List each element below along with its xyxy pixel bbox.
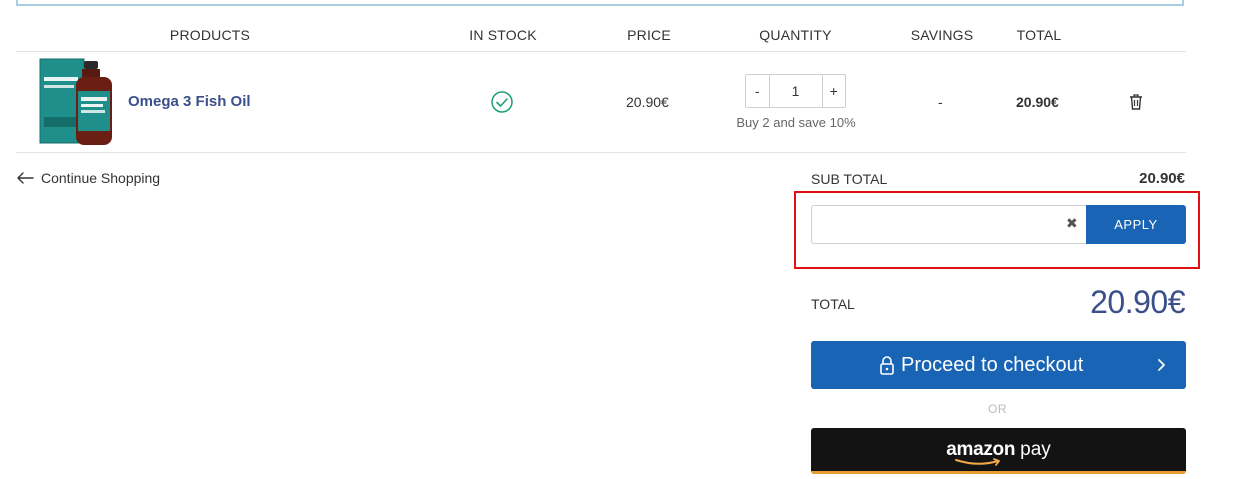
lock-icon [879,355,895,375]
checkout-label: Proceed to checkout [901,353,1084,376]
chevron-right-icon [1156,358,1166,372]
amazon-pay-button[interactable]: amazon pay [811,428,1186,474]
quantity-promo-note: Buy 2 and save 10% [736,115,856,130]
header-total: TOTAL [1016,27,1062,43]
subtotal-label: SUB TOTAL [811,171,888,187]
product-row-total: 20.90€ [1016,94,1059,110]
quantity-increase-button[interactable]: + [821,75,846,107]
header-divider [16,51,1186,52]
header-in-stock: IN STOCK [469,27,537,43]
continue-shopping-label: Continue Shopping [41,170,161,186]
quantity-input[interactable] [769,75,822,107]
product-image[interactable] [38,57,118,147]
product-savings: - [938,94,943,110]
or-separator: OR [988,402,1007,416]
quantity-stepper: - + [745,74,846,108]
header-price: PRICE [627,27,671,43]
subtotal-value: 20.90€ [1139,170,1185,187]
continue-shopping-link[interactable]: Continue Shopping [16,170,160,186]
coupon-code-input[interactable] [811,205,1087,244]
row-divider [16,152,1186,153]
amazon-pay-text: pay [1020,438,1051,460]
quantity-decrease-button[interactable]: - [746,75,770,107]
top-info-panel [16,0,1184,6]
check-circle-icon [490,90,514,114]
product-name-link[interactable]: Omega 3 Fish Oil [128,93,251,110]
amazon-brand-text: amazon [946,438,1016,460]
trash-icon[interactable] [1128,93,1144,111]
proceed-to-checkout-button[interactable]: Proceed to checkout [811,341,1186,389]
amazon-logo: amazon [946,438,1016,466]
header-quantity: QUANTITY [759,27,832,43]
product-price: 20.90€ [626,94,669,110]
header-savings: SAVINGS [910,27,974,43]
header-products: PRODUCTS [169,27,251,43]
total-value: 20.90€ [1090,284,1185,320]
total-label: TOTAL [811,296,855,312]
amazon-smile-icon [955,457,1001,466]
apply-coupon-button[interactable]: APPLY [1086,205,1186,244]
arrow-left-icon [16,171,34,185]
clear-coupon-icon[interactable]: ✖ [1066,215,1078,232]
